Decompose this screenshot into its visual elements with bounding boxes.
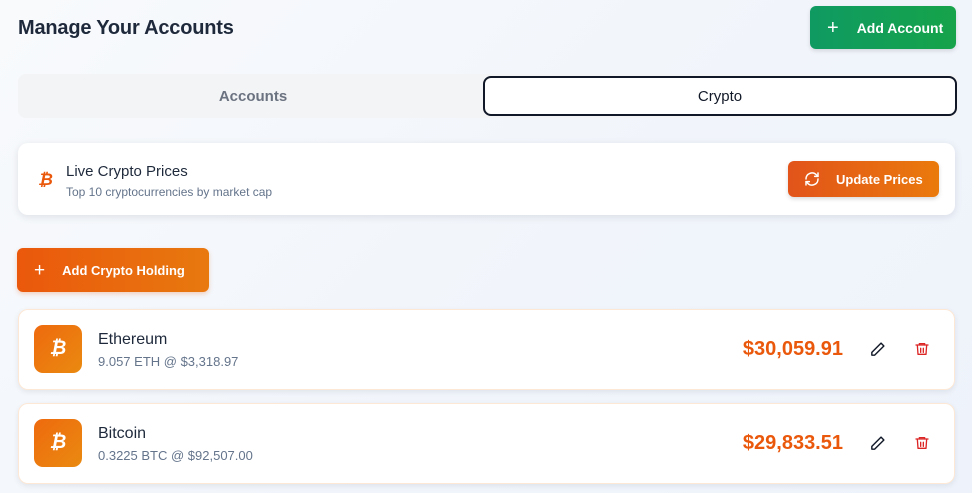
update-prices-button[interactable]: Update Prices <box>788 161 939 197</box>
holding-detail: 0.3225 BTC @ $92,507.00 <box>98 448 253 463</box>
pencil-icon[interactable] <box>869 341 886 358</box>
bitcoin-icon: ₿ <box>34 325 82 373</box>
trash-icon[interactable] <box>914 341 930 357</box>
page-title: Manage Your Accounts <box>18 17 234 39</box>
holding-detail: 9.057 ETH @ $3,318.97 <box>98 354 239 369</box>
tab-accounts[interactable]: Accounts <box>18 74 488 118</box>
tab-bar: Accounts Crypto <box>18 74 958 118</box>
live-prices-card: ₿ Live Crypto Prices Top 10 cryptocurren… <box>18 143 955 215</box>
holding-value: $29,833.51 <box>742 432 843 454</box>
holding-value: $30,059.91 <box>742 338 843 360</box>
add-account-button[interactable]: + Add Account <box>810 6 956 49</box>
add-crypto-holding-button[interactable]: + Add Crypto Holding <box>17 248 209 292</box>
bitcoin-icon: ₿ <box>34 419 82 467</box>
add-account-label: Add Account <box>856 19 944 36</box>
tab-crypto[interactable]: Crypto <box>483 76 957 116</box>
plus-icon: + <box>34 259 46 281</box>
holding-name: Ethereum <box>98 331 168 348</box>
holding-row: ₿ Ethereum 9.057 ETH @ $3,318.97 $30,059… <box>18 309 955 390</box>
prices-card-subtitle: Top 10 cryptocurrencies by market cap <box>66 185 273 199</box>
pencil-icon[interactable] <box>869 435 886 452</box>
bitcoin-icon: ₿ <box>38 170 53 189</box>
holding-row: ₿ Bitcoin 0.3225 BTC @ $92,507.00 $29,83… <box>18 403 955 484</box>
plus-icon: + <box>827 16 839 39</box>
add-crypto-holding-label: Add Crypto Holding <box>62 262 185 278</box>
trash-icon[interactable] <box>914 435 930 451</box>
update-prices-label: Update Prices <box>836 171 923 187</box>
holding-name: Bitcoin <box>98 425 147 442</box>
refresh-icon <box>805 172 819 186</box>
prices-card-title: Live Crypto Prices <box>66 163 188 180</box>
